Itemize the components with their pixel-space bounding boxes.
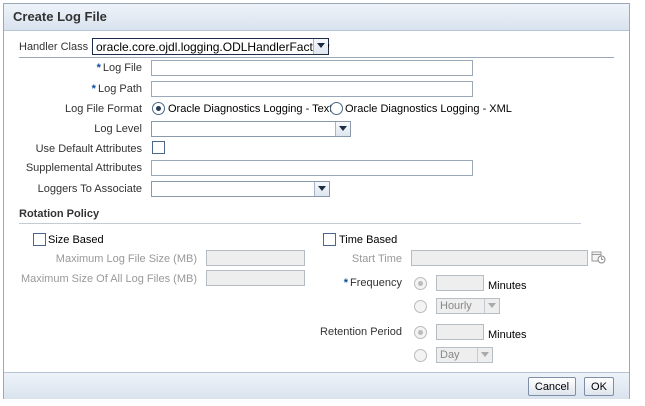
max-size-all-files-label: Maximum Size Of All Log Files (MB) xyxy=(20,273,197,285)
size-based-checkbox[interactable] xyxy=(33,233,46,246)
max-size-all-files-input[interactable] xyxy=(206,270,305,286)
cancel-button[interactable]: Cancel xyxy=(528,377,576,396)
size-based-label: Size Based xyxy=(48,234,104,246)
chevron-down-icon[interactable] xyxy=(335,122,350,136)
format-xml-radio[interactable] xyxy=(330,102,343,115)
chevron-down-icon[interactable] xyxy=(313,39,328,54)
retention-interval-value: Day xyxy=(440,349,460,361)
handler-class-label: Handler Class xyxy=(19,41,89,53)
required-marker: * xyxy=(96,62,101,74)
log-path-input[interactable] xyxy=(151,81,473,97)
required-marker: * xyxy=(343,277,349,289)
retention-minutes-input[interactable] xyxy=(436,324,484,340)
frequency-interval-radio[interactable] xyxy=(414,300,427,313)
log-path-label: * Log Path xyxy=(24,83,142,95)
log-level-select[interactable] xyxy=(151,121,351,137)
log-file-label-text: Log File xyxy=(102,62,142,74)
header-divider xyxy=(19,57,614,58)
log-path-label-text: Log Path xyxy=(97,83,142,95)
start-time-label: Start Time xyxy=(351,253,402,265)
use-default-attributes-checkbox[interactable] xyxy=(152,141,165,154)
handler-class-value: oracle.core.ojdl.logging.ODLHandlerFacto… xyxy=(96,40,330,54)
retention-minutes-label: Minutes xyxy=(488,329,527,341)
frequency-interval-value: Hourly xyxy=(440,300,472,312)
retention-minutes-radio[interactable] xyxy=(414,326,427,339)
dialog-title: Create Log File xyxy=(13,9,107,24)
time-based-checkbox[interactable] xyxy=(323,233,336,246)
dialog-title-bar: Create Log File xyxy=(4,4,629,31)
loggers-to-associate-select[interactable] xyxy=(151,181,330,197)
frequency-interval-select[interactable]: Hourly xyxy=(436,298,500,314)
time-based-label: Time Based xyxy=(339,234,398,246)
chevron-down-icon[interactable] xyxy=(484,299,499,313)
format-text-radio[interactable] xyxy=(152,102,165,115)
format-xml-label: Oracle Diagnostics Logging - XML xyxy=(345,103,512,115)
handler-class-select[interactable]: oracle.core.ojdl.logging.ODLHandlerFacto… xyxy=(92,38,329,55)
frequency-label: * Frequency xyxy=(304,277,402,289)
log-file-label: * Log File xyxy=(24,62,142,74)
retention-interval-radio[interactable] xyxy=(414,349,427,362)
dialog-footer: Cancel OK xyxy=(4,372,629,399)
chevron-down-icon[interactable] xyxy=(477,348,492,362)
log-file-format-label: Log File Format xyxy=(64,103,142,115)
frequency-minutes-input[interactable] xyxy=(436,275,484,291)
ok-button[interactable]: OK xyxy=(584,377,614,396)
create-log-file-dialog: Create Log File Handler Class oracle.cor… xyxy=(3,3,630,399)
required-marker: * xyxy=(91,83,96,95)
supplemental-attributes-label: Supplemental Attributes xyxy=(25,162,142,174)
loggers-to-associate-label: Loggers To Associate xyxy=(37,183,142,195)
chevron-down-icon[interactable] xyxy=(314,182,329,196)
max-log-file-size-input[interactable] xyxy=(206,250,305,266)
format-text-label: Oracle Diagnostics Logging - Text xyxy=(168,103,333,115)
frequency-minutes-radio[interactable] xyxy=(414,277,427,290)
rotation-policy-heading: Rotation Policy xyxy=(19,208,100,220)
use-default-attributes-label: Use Default Attributes xyxy=(35,143,142,155)
log-file-input[interactable] xyxy=(151,60,473,76)
retention-interval-select[interactable]: Day xyxy=(436,347,493,363)
supplemental-attributes-input[interactable] xyxy=(151,160,473,176)
calendar-clock-icon[interactable] xyxy=(591,250,606,264)
rotation-policy-divider xyxy=(19,223,581,224)
frequency-label-text: Frequency xyxy=(350,277,402,289)
max-log-file-size-label: Maximum Log File Size (MB) xyxy=(55,253,197,265)
retention-period-label: Retention Period xyxy=(320,326,402,338)
frequency-minutes-label: Minutes xyxy=(488,280,527,292)
log-level-label: Log Level xyxy=(94,123,142,135)
start-time-input[interactable] xyxy=(411,250,588,266)
